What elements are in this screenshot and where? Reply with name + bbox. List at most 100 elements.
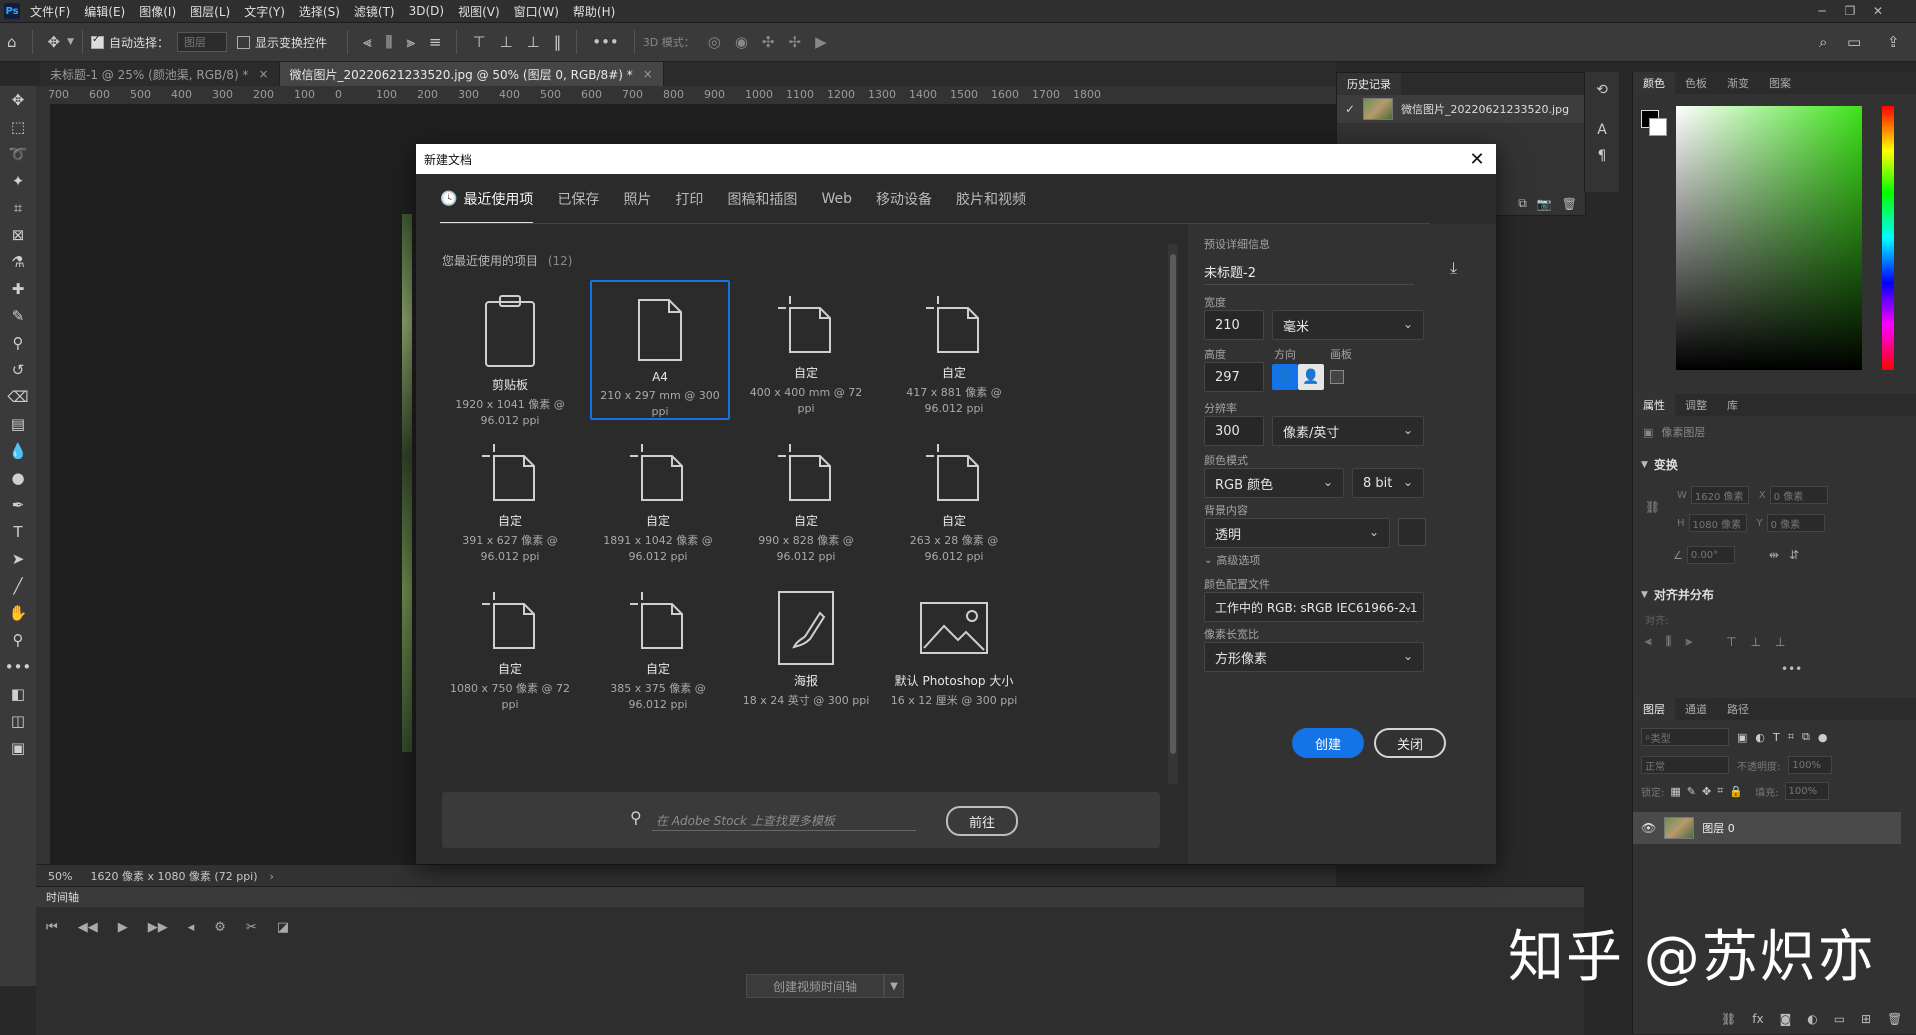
preset-card[interactable]: 自定 391 x 627 像素 @ 96.012 ppi: [442, 428, 578, 564]
chevron-right-icon[interactable]: ›: [270, 870, 274, 883]
eyedropper-icon[interactable]: ⚗: [0, 248, 36, 275]
tab-mobile[interactable]: 移动设备: [876, 174, 932, 224]
background-color-swatch[interactable]: [1398, 518, 1426, 546]
align-top-icon[interactable]: ⊤: [1726, 635, 1736, 649]
color-mode-dropdown[interactable]: RGB 颜色 ⌄: [1204, 468, 1344, 498]
tab-swatches[interactable]: 色板: [1675, 72, 1717, 94]
play-icon[interactable]: ▶: [118, 920, 128, 935]
prev-frame-icon[interactable]: ◀◀: [78, 920, 98, 935]
transform-section[interactable]: ▼ 变换: [1641, 456, 1678, 473]
height-input[interactable]: 297: [1204, 362, 1264, 392]
tab-saved[interactable]: 已保存: [557, 174, 599, 224]
scrollbar-thumb[interactable]: [1170, 254, 1176, 754]
tab-film-video[interactable]: 胶片和视频: [956, 174, 1026, 224]
hand-tool-icon[interactable]: ✋: [0, 599, 36, 626]
align-right-icon[interactable]: ⫸: [1685, 634, 1692, 649]
align-bottom-icon[interactable]: ⊥: [527, 33, 540, 51]
layer-filter-dropdown[interactable]: ⌕ 类型: [1641, 728, 1729, 746]
menu-item[interactable]: 图像(I): [139, 3, 176, 20]
screen-mode-icon[interactable]: ▣: [0, 734, 36, 761]
stamp-tool-icon[interactable]: ⚲: [0, 329, 36, 356]
history-item[interactable]: ✓ 微信图片_20220621233520.jpg: [1337, 95, 1585, 123]
align-bottom-icon[interactable]: ⊥: [1775, 635, 1785, 649]
preset-card[interactable]: 自定 385 x 375 像素 @ 96.012 ppi: [590, 576, 726, 712]
lock-artboard-icon[interactable]: ⌗: [1717, 784, 1723, 798]
document-name-field[interactable]: 未标题-2: [1204, 262, 1256, 281]
menu-item[interactable]: 选择(S): [299, 3, 340, 20]
resolution-input[interactable]: 300: [1204, 416, 1264, 446]
create-video-timeline-button[interactable]: 创建视频时间轴: [746, 974, 884, 998]
stock-search-input[interactable]: 在 Adobe Stock 上查找更多模板: [652, 810, 916, 831]
background-color-swatch[interactable]: [1649, 118, 1667, 136]
align-center-icon[interactable]: ⫼: [386, 33, 393, 51]
preset-card[interactable]: 默认 Photoshop 大小 16 x 12 厘米 @ 300 ppi: [886, 576, 1022, 712]
lock-all-icon[interactable]: 🔒: [1729, 785, 1743, 798]
tab-photo[interactable]: 照片: [623, 174, 651, 224]
chevron-down-icon[interactable]: ▼: [884, 974, 904, 998]
preset-card[interactable]: 自定 1891 x 1042 像素 @ 96.012 ppi: [590, 428, 726, 564]
search-icon[interactable]: ⌕: [1819, 33, 1827, 51]
filter-type-icon[interactable]: T: [1773, 731, 1780, 744]
align-section[interactable]: ▼ 对齐并分布: [1641, 586, 1714, 603]
filter-smart-icon[interactable]: ⧉: [1802, 730, 1810, 744]
3d-pan-icon[interactable]: ✣: [762, 33, 775, 51]
new-document-icon[interactable]: ⧉: [1518, 196, 1527, 211]
line-tool-icon[interactable]: ╱: [0, 572, 36, 599]
link-icon[interactable]: ⛓: [1645, 500, 1660, 514]
close-icon[interactable]: ×: [258, 67, 268, 81]
lock-transparent-icon[interactable]: ▦: [1670, 785, 1680, 798]
advanced-options-toggle[interactable]: ⌄ 高级选项: [1204, 552, 1260, 568]
grid-scrollbar[interactable]: [1168, 244, 1178, 784]
background-dropdown[interactable]: 透明 ⌄: [1204, 518, 1390, 548]
pen-tool-icon[interactable]: ✒: [0, 491, 36, 518]
auto-select-checkbox[interactable]: [91, 34, 105, 49]
show-transform-checkbox[interactable]: [237, 35, 251, 49]
align-vcenter-icon[interactable]: ⊥: [1751, 635, 1761, 649]
trash-icon[interactable]: 🗑: [1887, 1012, 1902, 1026]
tab-layers[interactable]: 图层: [1633, 698, 1675, 720]
height-field[interactable]: 1080 像素: [1688, 514, 1747, 532]
3d-roll-icon[interactable]: ◉: [735, 33, 748, 51]
width-field[interactable]: 1620 像素: [1690, 486, 1749, 504]
close-icon[interactable]: ✕: [1464, 146, 1490, 172]
portrait-orientation-icon[interactable]: 👤: [1272, 364, 1298, 390]
gradient-tool-icon[interactable]: ▤: [0, 410, 36, 437]
bit-depth-dropdown[interactable]: 8 bit ⌄: [1352, 468, 1424, 498]
marquee-tool-icon[interactable]: ⬚: [0, 113, 36, 140]
zoom-level[interactable]: 50%: [48, 870, 72, 883]
restore-icon[interactable]: ❐: [1836, 4, 1864, 18]
paragraph-panel-icon[interactable]: ¶: [1585, 148, 1619, 164]
mask-icon[interactable]: ◙: [1780, 1012, 1792, 1026]
auto-select-dropdown[interactable]: 图层: [177, 32, 228, 52]
more-options-icon[interactable]: •••: [592, 33, 619, 51]
preset-card[interactable]: 自定 1080 x 750 像素 @ 72 ppi: [442, 576, 578, 712]
split-icon[interactable]: ✂: [246, 920, 257, 935]
preset-card[interactable]: 自定 417 x 881 像素 @ 96.012 ppi: [886, 280, 1022, 416]
filter-pixel-icon[interactable]: ▣: [1737, 731, 1747, 744]
width-input[interactable]: 210: [1204, 310, 1264, 340]
menu-item[interactable]: 3D(D): [409, 4, 444, 18]
brush-tool-icon[interactable]: ✎: [0, 302, 36, 329]
color-profile-dropdown[interactable]: 工作中的 RGB: sRGB IEC61966-2.1 ⌄: [1204, 592, 1424, 622]
tab-libraries[interactable]: 库: [1717, 394, 1748, 416]
chevron-down-icon[interactable]: ▼: [1641, 590, 1648, 600]
align-hcenter-icon[interactable]: ⫼: [1666, 634, 1672, 649]
tab-history[interactable]: 历史记录: [1337, 73, 1401, 95]
trash-icon[interactable]: 🗑: [1562, 197, 1577, 211]
tab-recent[interactable]: 🕓 最近使用项: [440, 174, 534, 224]
move-tool-icon[interactable]: ✥: [48, 33, 61, 51]
close-window-icon[interactable]: ✕: [1864, 4, 1892, 18]
workspace-icon[interactable]: ▭: [1847, 33, 1861, 51]
align-middle-icon[interactable]: ⊥: [500, 33, 513, 51]
more-tools-icon[interactable]: •••: [0, 653, 36, 680]
next-frame-icon[interactable]: ▶▶: [148, 920, 168, 935]
save-preset-icon[interactable]: ⤓: [1450, 258, 1457, 278]
visibility-eye-icon[interactable]: 👁: [1641, 821, 1656, 835]
adjustment-layer-icon[interactable]: ◐: [1807, 1012, 1817, 1026]
unit-dropdown[interactable]: 毫米 ⌄: [1272, 310, 1424, 340]
filter-adjust-icon[interactable]: ◐: [1755, 731, 1765, 744]
menu-item[interactable]: 图层(L): [190, 3, 230, 20]
move-tool-icon[interactable]: ✥: [0, 86, 36, 113]
align-right-icon[interactable]: ⫸: [406, 33, 414, 51]
close-button[interactable]: 关闭: [1374, 728, 1446, 758]
